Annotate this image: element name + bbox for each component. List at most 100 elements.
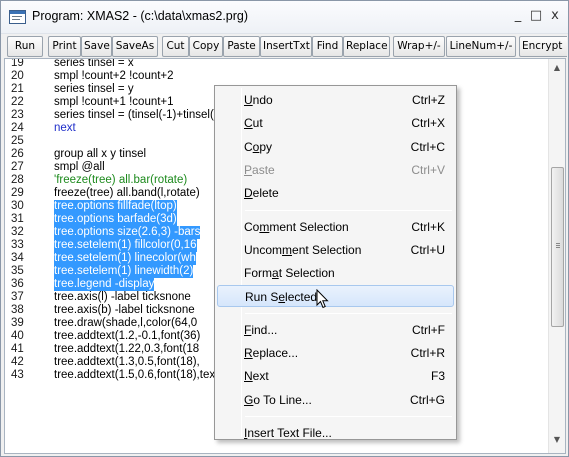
menu-item-shortcut: F3	[430, 369, 445, 384]
line-number: 24	[11, 122, 24, 134]
menu-item-shortcut: Ctrl+U	[410, 242, 445, 257]
menu-item-label: Find...	[244, 322, 278, 337]
line-number: 20	[11, 70, 24, 82]
insert-text-button[interactable]: InsertTxt	[260, 36, 312, 57]
selected-code-line[interactable]: tree.setelem(1) linewidth(2)	[54, 265, 194, 278]
menu-run-selected[interactable]: Run Selected	[217, 285, 454, 308]
line-number: 41	[11, 343, 24, 355]
run-button[interactable]: Run	[7, 36, 43, 57]
code-line[interactable]: tree.addtext(1.22,0.3,font(18	[54, 343, 199, 356]
line-numbers-toggle-button[interactable]: LineNum+/-	[446, 36, 516, 57]
menu-item-label: Next	[244, 369, 269, 384]
code-line[interactable]: smpl !count+2 !count+2	[54, 70, 174, 83]
menu-item-shortcut: Ctrl+Z	[412, 93, 445, 107]
menu-item-label: Replace...	[244, 346, 299, 360]
menu-format-selection[interactable]: Format Selection	[217, 262, 454, 284]
menu-copy[interactable]: Copy Ctrl+C	[217, 136, 454, 158]
menu-item-label: Copy	[244, 139, 273, 154]
mouse-pointer-icon	[316, 288, 330, 309]
code-line[interactable]: 'freeze(tree) all.bar(rotate)	[54, 174, 187, 187]
line-number: 31	[11, 213, 24, 225]
title-bar[interactable]: Program: XMAS2 - (c:\data\xmas2.prg) _ □…	[1, 1, 568, 34]
line-number: 43	[11, 369, 24, 381]
menu-item-shortcut: Ctrl+G	[409, 392, 445, 407]
selected-code-line[interactable]: tree.legend -display	[54, 278, 155, 291]
line-number: 37	[11, 291, 24, 303]
close-button[interactable]: x	[547, 8, 563, 24]
menu-undo[interactable]: Undo Ctrl+Z	[217, 89, 454, 111]
menu-cut[interactable]: Cut Ctrl+X	[217, 112, 454, 134]
code-line[interactable]: smpl @all	[54, 161, 105, 174]
menu-item-shortcut: Ctrl+F	[412, 322, 445, 337]
menu-insert-text-file[interactable]: Insert Text File...	[217, 422, 454, 444]
selected-code-line[interactable]: tree.options fillfade(ltop)	[54, 200, 177, 213]
menu-item-shortcut: Ctrl+X	[411, 116, 445, 131]
line-number: 28	[11, 174, 24, 186]
menu-uncomment-selection[interactable]: Uncomment Selection Ctrl+U	[217, 239, 454, 261]
selected-code-line[interactable]: tree.options barfade(3d)	[54, 213, 177, 226]
wrap-toggle-button[interactable]: Wrap+/-	[393, 36, 445, 57]
menu-item-shortcut: Ctrl+V	[411, 162, 445, 177]
menu-separator	[245, 312, 452, 314]
selected-code-line[interactable]: tree.setelem(1) fillcolor(0,16	[54, 239, 197, 252]
print-button[interactable]: Print	[48, 36, 81, 57]
line-number: 39	[11, 317, 24, 329]
code-line[interactable]: series tinsel = x	[54, 59, 134, 70]
context-menu: Undo Ctrl+Z Cut Ctrl+X Copy Ctrl+C Paste Ctrl+V…	[214, 85, 457, 440]
menu-item-label: Undo	[244, 93, 273, 107]
save-button[interactable]: Save	[81, 36, 112, 57]
menu-item-label: Cut	[244, 116, 263, 131]
toolbar: Run Print Save SaveAs Cut Copy Paste Ins…	[5, 36, 567, 58]
cut-button[interactable]: Cut	[162, 36, 189, 57]
menu-next[interactable]: Next F3	[217, 365, 454, 387]
menu-item-label: Delete	[244, 186, 279, 201]
scroll-up-arrow-icon[interactable]: ▲	[549, 59, 565, 76]
selected-code-line[interactable]: tree.options size(2.6,3) -bars	[54, 226, 201, 239]
line-number: 25	[11, 135, 24, 147]
paste-button[interactable]: Paste	[223, 36, 260, 57]
line-number: 40	[11, 330, 24, 342]
menu-go-to-line[interactable]: Go To Line... Ctrl+G	[217, 389, 454, 411]
menu-paste[interactable]: Paste Ctrl+V	[217, 159, 454, 181]
maximize-button[interactable]: □	[528, 8, 544, 24]
menu-item-label: Comment Selection	[244, 219, 349, 234]
line-number: 26	[11, 148, 24, 160]
scroll-down-arrow-icon[interactable]: ▼	[549, 431, 565, 448]
program-window: Program: XMAS2 - (c:\data\xmas2.prg) _ □…	[0, 0, 569, 457]
vertical-scrollbar[interactable]: ▲ ▼	[548, 59, 565, 453]
code-line[interactable]: tree.addtext(1.2,-0.1,font(36)	[54, 330, 200, 343]
code-line[interactable]: smpl !count+1 !count+1	[54, 96, 174, 109]
line-number: 33	[11, 239, 24, 251]
menu-item-label: Insert Text File...	[244, 425, 332, 440]
line-number: 32	[11, 226, 24, 238]
code-line[interactable]: next	[54, 122, 76, 135]
encrypt-button[interactable]: Encrypt	[519, 36, 567, 57]
selected-code-line[interactable]: tree.setelem(1) linecolor(wh	[54, 252, 196, 265]
code-line[interactable]: group all x y tinsel	[54, 148, 146, 161]
menu-item-label: Uncomment Selection	[244, 242, 362, 257]
menu-replace[interactable]: Replace... Ctrl+R	[217, 342, 454, 364]
menu-find[interactable]: Find... Ctrl+F	[217, 319, 454, 341]
menu-comment-selection[interactable]: Comment Selection Ctrl+K	[217, 216, 454, 238]
find-button[interactable]: Find	[312, 36, 343, 57]
line-number: 30	[11, 200, 24, 212]
copy-button[interactable]: Copy	[189, 36, 223, 57]
menu-item-label: Run Selected	[245, 290, 318, 305]
code-line[interactable]: tree.axis(l) -label ticksnone	[54, 291, 191, 304]
replace-button[interactable]: Replace	[343, 36, 390, 57]
code-line[interactable]: tree.axis(b) -label ticksnone	[54, 304, 195, 317]
save-as-button[interactable]: SaveAs	[112, 36, 158, 57]
line-number: 29	[11, 187, 24, 199]
code-line[interactable]: freeze(tree) all.band(l,rotate)	[54, 187, 200, 200]
scrollbar-thumb[interactable]	[551, 167, 564, 327]
line-number: 34	[11, 252, 24, 264]
menu-delete[interactable]: Delete	[217, 182, 454, 204]
code-line[interactable]: series tinsel = y	[54, 83, 134, 96]
menu-item-label: Format Selection	[244, 266, 335, 281]
menu-item-label: Paste	[244, 162, 275, 177]
line-number: 35	[11, 265, 24, 277]
minimize-button[interactable]: _	[510, 8, 526, 24]
code-line[interactable]: tree.addtext(1.3,0.5,font(18),	[54, 356, 200, 369]
menu-separator	[245, 415, 452, 417]
code-line[interactable]: tree.draw(shade,l,color(64,0	[54, 317, 197, 330]
